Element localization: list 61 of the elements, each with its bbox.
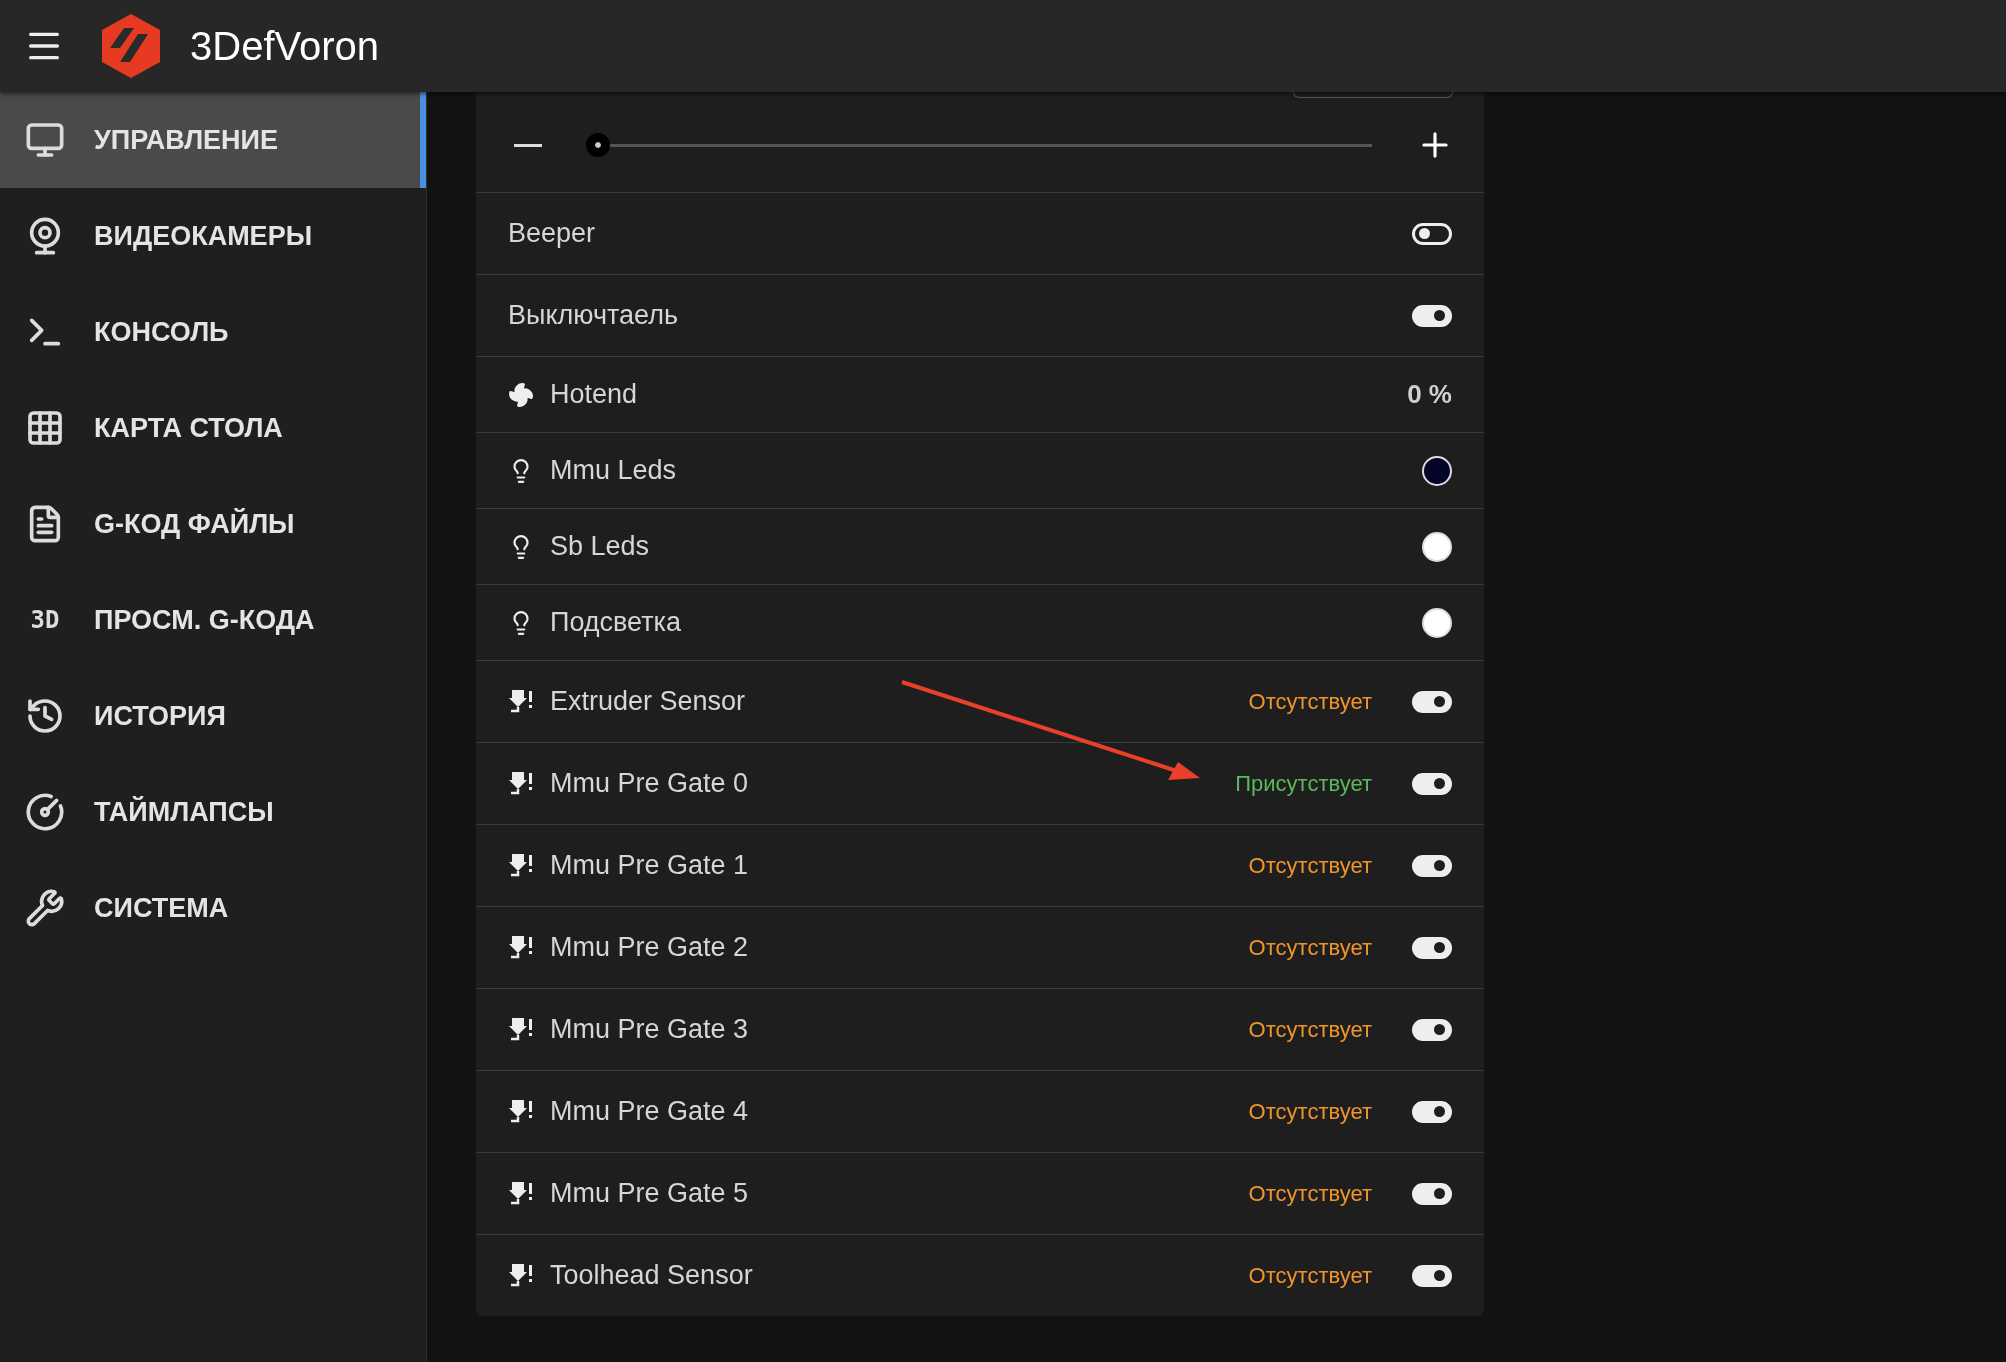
color-swatch[interactable] <box>1422 607 1452 638</box>
row-label: Подсветка <box>550 607 683 638</box>
row-label: Hotend <box>550 379 639 410</box>
sensor-status: Отсутствует <box>1248 1098 1372 1125</box>
nav-item[interactable]: 3D ПРОСМ. G-КОДА <box>0 572 426 668</box>
sensor-status: Отсутствует <box>1248 934 1372 961</box>
sensor-status: Отсутствует <box>1248 688 1372 715</box>
nav-label: КАРТА СТОЛА <box>94 412 283 444</box>
row-label: Mmu Pre Gate 3 <box>550 1014 750 1045</box>
fan-speed: 0 % <box>1407 379 1452 410</box>
nav-item[interactable]: УПРАВЛЕНИЕ <box>0 92 426 188</box>
toggle-switch[interactable] <box>1412 1018 1452 1041</box>
nav-label: G-КОД ФАЙЛЫ <box>94 508 295 540</box>
3d-icon: 3D <box>22 606 68 634</box>
minus-button[interactable] <box>514 143 542 147</box>
nav-label: ИСТОРИЯ <box>94 700 226 732</box>
toggle-switch[interactable] <box>1412 1264 1452 1287</box>
color-swatch[interactable] <box>1422 455 1452 486</box>
nav-label: СИСТЕМА <box>94 892 229 924</box>
app-title: 3DefVoron <box>190 23 380 69</box>
toggle-switch[interactable] <box>1412 1182 1452 1205</box>
nav-item[interactable]: ТАЙМЛАПСЫ <box>0 764 426 860</box>
nav-label: УПРАВЛЕНИЕ <box>94 124 279 156</box>
row-label: Mmu Pre Gate 5 <box>550 1178 750 1209</box>
row-label: Mmu Pre Gate 2 <box>550 932 750 963</box>
fan-icon <box>508 381 534 408</box>
color-swatch[interactable] <box>1422 531 1452 562</box>
toggle-switch[interactable] <box>1412 936 1452 959</box>
nav-label: ПРОСМ. G-КОДА <box>94 604 315 636</box>
row-label: Toolhead Sensor <box>550 1260 754 1291</box>
sensor-status: Присутствует <box>1235 770 1372 797</box>
nav-label: ТАЙМЛАПСЫ <box>94 796 274 828</box>
toggle-switch[interactable] <box>1412 222 1452 245</box>
nav-item[interactable]: ИСТОРИЯ <box>0 668 426 764</box>
row-label: Mmu Pre Gate 0 <box>550 768 750 799</box>
toggle-switch[interactable] <box>1412 304 1452 327</box>
logo-icon <box>102 14 160 78</box>
row-label: Mmu Pre Gate 1 <box>550 850 750 881</box>
row-label: Mmu Pre Gate 4 <box>550 1096 750 1127</box>
minus-icon <box>514 143 542 147</box>
row-label: Sb Leds <box>550 531 651 562</box>
sensor-status: Отсутствует <box>1248 852 1372 879</box>
sensor-status: Отсутствует <box>1248 1180 1372 1207</box>
nav-item[interactable]: КАРТА СТОЛА <box>0 380 426 476</box>
slider-thumb[interactable] <box>586 133 610 157</box>
nav-item[interactable]: КОНСОЛЬ <box>0 284 426 380</box>
sensor-status: Отсутствует <box>1248 1262 1372 1289</box>
row-label: Beeper <box>508 218 597 249</box>
nav-label: ВИДЕОКАМЕРЫ <box>94 220 313 252</box>
nav-item[interactable]: СИСТЕМА <box>0 860 426 956</box>
row-label: Выключтаель <box>508 300 680 331</box>
row-label: Mmu Leds <box>550 455 678 486</box>
row-label: Extruder Sensor <box>550 686 747 717</box>
sensor-status: Отсутствует <box>1248 1016 1372 1043</box>
nav-item[interactable]: ВИДЕОКАМЕРЫ <box>0 188 426 284</box>
toggle-switch[interactable] <box>1412 690 1452 713</box>
nav-label: КОНСОЛЬ <box>94 316 229 348</box>
toggle-switch[interactable] <box>1412 854 1452 877</box>
toggle-switch[interactable] <box>1412 772 1452 795</box>
toggle-switch[interactable] <box>1412 1100 1452 1123</box>
nav-item[interactable]: G-КОД ФАЙЛЫ <box>0 476 426 572</box>
